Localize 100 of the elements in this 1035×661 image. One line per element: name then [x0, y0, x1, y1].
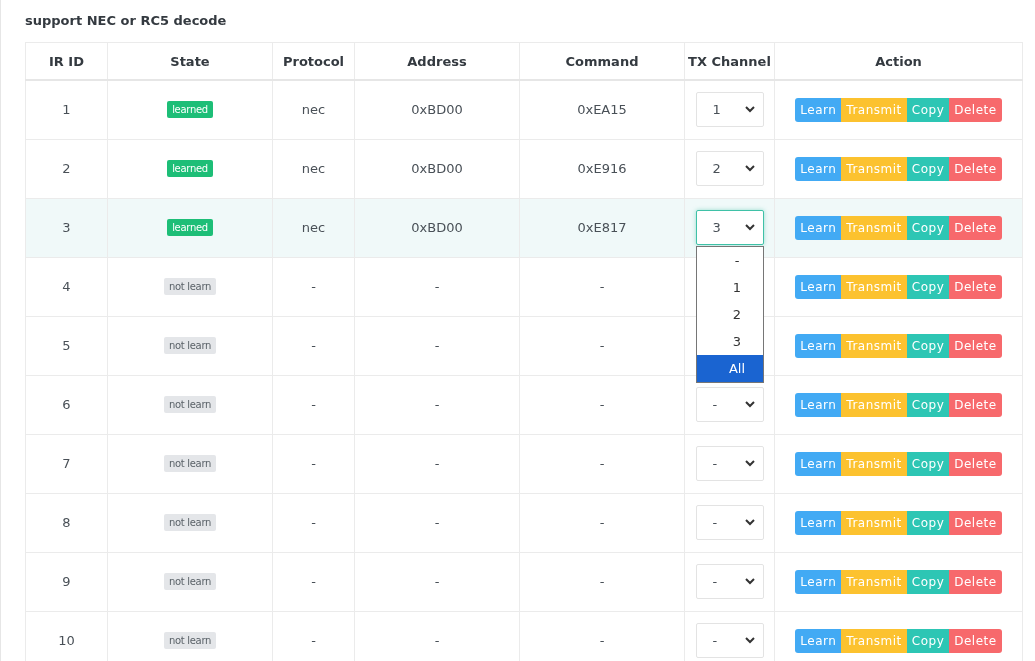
- copy-button[interactable]: Copy: [906, 510, 950, 535]
- state-badge: not learn: [163, 337, 217, 354]
- chevron-icon: [744, 401, 755, 408]
- table-cell: 5: [25, 316, 108, 375]
- table-cell: -: [272, 257, 355, 316]
- table-cell: -: [519, 257, 685, 316]
- delete-button[interactable]: Delete: [949, 333, 1002, 358]
- transmit-button[interactable]: Transmit: [841, 97, 907, 122]
- table-cell: 0xBD00: [354, 139, 520, 198]
- channel-select[interactable]: -: [695, 387, 764, 422]
- table-cell: -: [272, 493, 355, 552]
- transmit-button[interactable]: Transmit: [841, 569, 907, 594]
- copy-button[interactable]: Copy: [906, 569, 950, 594]
- delete-button[interactable]: Delete: [949, 510, 1002, 535]
- channel-select[interactable]: -: [695, 564, 764, 599]
- table-cell: -: [519, 493, 685, 552]
- state-badge: not learn: [163, 573, 217, 590]
- state-badge: learned: [167, 101, 213, 119]
- learn-button[interactable]: Learn: [795, 156, 842, 181]
- delete-button[interactable]: Delete: [949, 628, 1002, 653]
- table-cell: -: [519, 434, 685, 493]
- delete-button[interactable]: Delete: [949, 274, 1002, 299]
- transmit-button[interactable]: Transmit: [841, 510, 907, 535]
- table-cell: 10: [25, 611, 108, 661]
- table-cell: -: [354, 316, 520, 375]
- chevron-icon: [744, 106, 755, 114]
- transmit-button[interactable]: Transmit: [841, 274, 907, 299]
- chevron-icon: [744, 460, 755, 467]
- channel-select[interactable]: -: [695, 623, 764, 658]
- table-cell: 0xBD00: [354, 198, 520, 257]
- transmit-button[interactable]: Transmit: [841, 628, 907, 653]
- channel-select[interactable]: -: [695, 505, 764, 540]
- delete-button[interactable]: Delete: [949, 156, 1002, 181]
- table-cell: 0xEA15: [519, 80, 685, 139]
- table-cell: 6: [25, 375, 108, 434]
- copy-button[interactable]: Copy: [906, 97, 950, 122]
- learn-button[interactable]: Learn: [795, 97, 842, 122]
- channel-select[interactable]: 1: [695, 92, 764, 128]
- learn-button[interactable]: Learn: [795, 628, 842, 653]
- table-cell: -: [519, 375, 685, 434]
- copy-button[interactable]: Copy: [906, 333, 950, 358]
- table-cell: 0xE916: [519, 139, 685, 198]
- state-badge: not learn: [163, 514, 217, 531]
- page-title: support NEC or RC5 decode: [25, 12, 228, 30]
- learn-button[interactable]: Learn: [795, 274, 842, 299]
- chevron-icon: [744, 637, 755, 644]
- transmit-button[interactable]: Transmit: [841, 333, 907, 358]
- copy-button[interactable]: Copy: [906, 215, 950, 240]
- copy-button[interactable]: Copy: [906, 156, 950, 181]
- learn-button[interactable]: Learn: [795, 333, 842, 358]
- channel-select[interactable]: 3: [695, 210, 764, 245]
- transmit-button[interactable]: Transmit: [841, 215, 907, 240]
- state-badge: not learn: [163, 396, 217, 413]
- learn-button[interactable]: Learn: [795, 451, 842, 476]
- copy-button[interactable]: Copy: [906, 274, 950, 299]
- state-badge: not learn: [163, 455, 217, 472]
- channel-select[interactable]: 2: [695, 151, 764, 186]
- delete-button[interactable]: Delete: [949, 97, 1002, 122]
- table-cell: nec: [272, 80, 355, 139]
- channel-select[interactable]: -: [695, 446, 764, 481]
- dropdown-option[interactable]: All: [696, 355, 763, 382]
- table-cell: -: [272, 375, 355, 434]
- transmit-button[interactable]: Transmit: [841, 451, 907, 476]
- learn-button[interactable]: Learn: [795, 392, 842, 417]
- table-cell: -: [272, 552, 355, 611]
- table-cell: 1: [25, 80, 108, 139]
- table-cell: nec: [272, 139, 355, 198]
- state-badge: learned: [167, 219, 213, 236]
- learn-button[interactable]: Learn: [795, 215, 842, 240]
- copy-button[interactable]: Copy: [906, 628, 950, 653]
- chevron-icon: [744, 578, 755, 585]
- transmit-button[interactable]: Transmit: [841, 156, 907, 181]
- table-cell: -: [354, 434, 520, 493]
- table-cell: -: [354, 493, 520, 552]
- delete-button[interactable]: Delete: [949, 215, 1002, 240]
- state-badge: learned: [167, 160, 213, 177]
- table-cell: -: [354, 257, 520, 316]
- copy-button[interactable]: Copy: [906, 392, 950, 417]
- table-cell: -: [354, 375, 520, 434]
- table-cell: 3: [25, 198, 108, 257]
- copy-button[interactable]: Copy: [906, 451, 950, 476]
- learn-button[interactable]: Learn: [795, 569, 842, 594]
- delete-button[interactable]: Delete: [949, 392, 1002, 417]
- table-cell: 4: [25, 257, 108, 316]
- table-cell: 7: [25, 434, 108, 493]
- table-cell: -: [519, 316, 685, 375]
- table-cell: nec: [272, 198, 355, 257]
- chevron-icon: [744, 224, 755, 231]
- table-cell: 9: [25, 552, 108, 611]
- table-cell: -: [354, 552, 520, 611]
- chevron-icon: [744, 165, 755, 172]
- state-badge: not learn: [163, 632, 217, 649]
- chevron-icon: [744, 519, 755, 526]
- table-cell: -: [272, 434, 355, 493]
- transmit-button[interactable]: Transmit: [841, 392, 907, 417]
- table-cell: 2: [25, 139, 108, 198]
- delete-button[interactable]: Delete: [949, 569, 1002, 594]
- delete-button[interactable]: Delete: [949, 451, 1002, 476]
- learn-button[interactable]: Learn: [795, 510, 842, 535]
- table-cell: 8: [25, 493, 108, 552]
